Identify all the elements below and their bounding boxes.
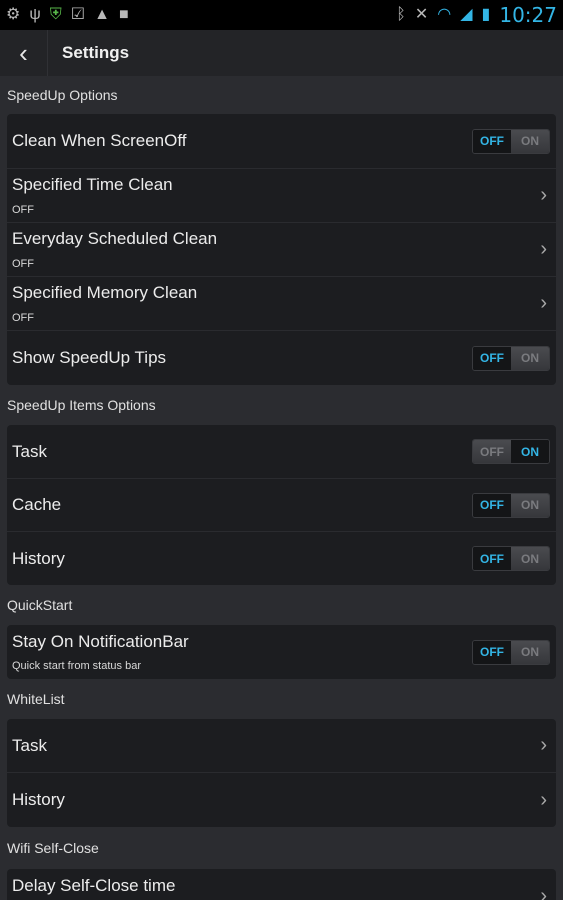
setting-label: Specified Memory Clean [12,283,198,302]
setting-show-speedup-tips[interactable]: Show SpeedUp Tips OFF ON [7,331,556,385]
chevron-right-icon: › [540,885,547,900]
setting-clean-when-screenoff[interactable]: Clean When ScreenOff OFF ON [7,114,556,169]
toggle-on-label: ON [511,547,549,570]
card-wifi-self-close: Delay Self-Close time › [7,869,556,900]
setting-specified-memory-clean[interactable]: Specified Memory Clean OFF › [7,277,556,331]
toggle-on-label: ON [511,493,549,517]
setting-whitelist-history[interactable]: History › [7,773,556,827]
toggle-item-history[interactable]: OFF ON [472,546,550,571]
setting-specified-time-clean[interactable]: Specified Time Clean OFF › [7,169,556,223]
status-clock: 10:27 [499,3,557,27]
section-header-speedup: SpeedUp Options [0,76,563,114]
setting-whitelist-task[interactable]: Task › [7,719,556,773]
toggle-stay-on-notificationbar[interactable]: OFF ON [472,639,550,665]
toggle-off-label: OFF [473,640,511,664]
section-header-wifi: Wifi Self-Close [0,827,563,869]
calendar-check-icon: ☑ [70,6,86,23]
setting-label: Specified Time Clean [12,175,173,194]
settings-list: SpeedUp Options Clean When ScreenOff OFF… [0,76,563,900]
action-bar: ‹ Settings [0,30,563,76]
setting-everyday-scheduled-clean[interactable]: Everyday Scheduled Clean OFF › [7,223,556,277]
setting-label: Task [12,735,47,755]
toggle-off-label: OFF [473,440,511,463]
wifi-icon: ◠ [437,6,452,23]
shield-icon: ⛨ [49,6,62,23]
setting-label: Clean When ScreenOff [12,131,187,150]
back-button[interactable]: ‹ [0,30,48,76]
status-bar: ⚙ ψ ⛨ ☑ ▲ ■ ᛒ ✕ ◠ ◢ ▮ 10:27 [0,0,563,30]
mute-icon: ✕ [414,6,429,23]
toggle-on-label: ON [511,640,549,664]
chevron-right-icon: › [540,292,547,314]
battery-icon: ▮ [481,6,491,23]
chevron-right-icon: › [540,734,547,756]
bag-icon: ■ [118,6,129,23]
android-icon: ⚙ [6,6,21,23]
card-whitelist: Task › History › [7,719,556,827]
setting-label: Delay Self-Close time [12,876,176,895]
setting-label: History [12,548,65,568]
setting-summary: OFF [12,204,34,216]
chevron-right-icon: › [540,788,547,811]
setting-label: Stay On NotificationBar [12,632,189,651]
setting-summary: Quick start from status bar [12,660,141,672]
setting-summary: OFF [12,258,34,270]
setting-label: Cache [12,495,62,514]
setting-label: History [12,790,65,809]
chevron-left-icon: ‹ [19,37,28,68]
toggle-off-label: OFF [473,547,511,570]
setting-label: Everyday Scheduled Clean [12,229,218,248]
toggle-on-label: ON [511,440,549,463]
setting-item-history[interactable]: History OFF ON [7,532,556,585]
setting-delay-self-close-time[interactable]: Delay Self-Close time › [7,869,556,900]
card-speedup-options: Clean When ScreenOff OFF ON Specified Ti… [7,114,556,385]
signal-icon: ◢ [460,6,473,23]
chevron-right-icon: › [540,238,547,260]
setting-label: Show SpeedUp Tips [12,348,167,367]
toggle-off-label: OFF [473,129,511,153]
toggle-item-task[interactable]: OFF ON [472,439,550,464]
toggle-off-label: OFF [473,493,511,517]
chevron-right-icon: › [540,184,547,206]
warning-icon: ▲ [94,6,110,23]
card-quickstart: Stay On NotificationBar Quick start from… [7,625,556,679]
system-icons: ᛒ ✕ ◠ ◢ ▮ 10:27 [396,3,557,27]
section-header-quickstart: QuickStart [0,585,563,625]
toggle-on-label: ON [511,129,549,153]
setting-item-cache[interactable]: Cache OFF ON [7,479,556,532]
page-title: Settings [62,43,130,62]
setting-item-task[interactable]: Task OFF ON [7,425,556,479]
setting-summary: OFF [12,312,34,324]
setting-label: Task [12,441,47,461]
usb-icon: ψ [29,6,41,23]
setting-stay-on-notificationbar[interactable]: Stay On NotificationBar Quick start from… [7,625,556,679]
notification-icons: ⚙ ψ ⛨ ☑ ▲ ■ [6,7,129,23]
toggle-show-speedup-tips[interactable]: OFF ON [472,345,550,371]
toggle-off-label: OFF [473,346,511,370]
card-speedup-items: Task OFF ON Cache OFF ON History OFF ON [7,425,556,585]
section-header-items: SpeedUp Items Options [0,385,563,425]
toggle-item-cache[interactable]: OFF ON [472,492,550,518]
bluetooth-icon: ᛒ [396,6,406,23]
toggle-clean-when-screenoff[interactable]: OFF ON [472,128,550,154]
toggle-on-label: ON [511,346,549,370]
section-header-whitelist: WhiteList [0,679,563,719]
